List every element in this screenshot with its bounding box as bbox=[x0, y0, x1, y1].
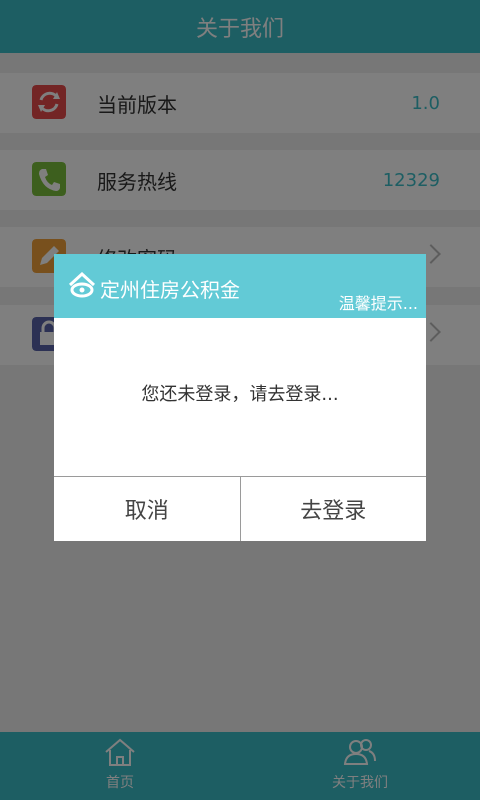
login-required-dialog: 定州住房公积金 温馨提示... 您还未登录，请去登录... 取消 去登录 bbox=[54, 254, 426, 541]
house-logo-icon bbox=[68, 272, 96, 298]
dialog-button-row: 取消 去登录 bbox=[54, 476, 426, 541]
dialog-title: 定州住房公积金 bbox=[100, 278, 240, 302]
dialog-message: 您还未登录，请去登录... bbox=[141, 384, 339, 405]
cancel-button[interactable]: 取消 bbox=[54, 477, 240, 541]
go-login-button[interactable]: 去登录 bbox=[239, 477, 426, 541]
dialog-hint: 温馨提示... bbox=[338, 294, 418, 313]
dialog-header: 定州住房公积金 温馨提示... bbox=[54, 254, 426, 318]
